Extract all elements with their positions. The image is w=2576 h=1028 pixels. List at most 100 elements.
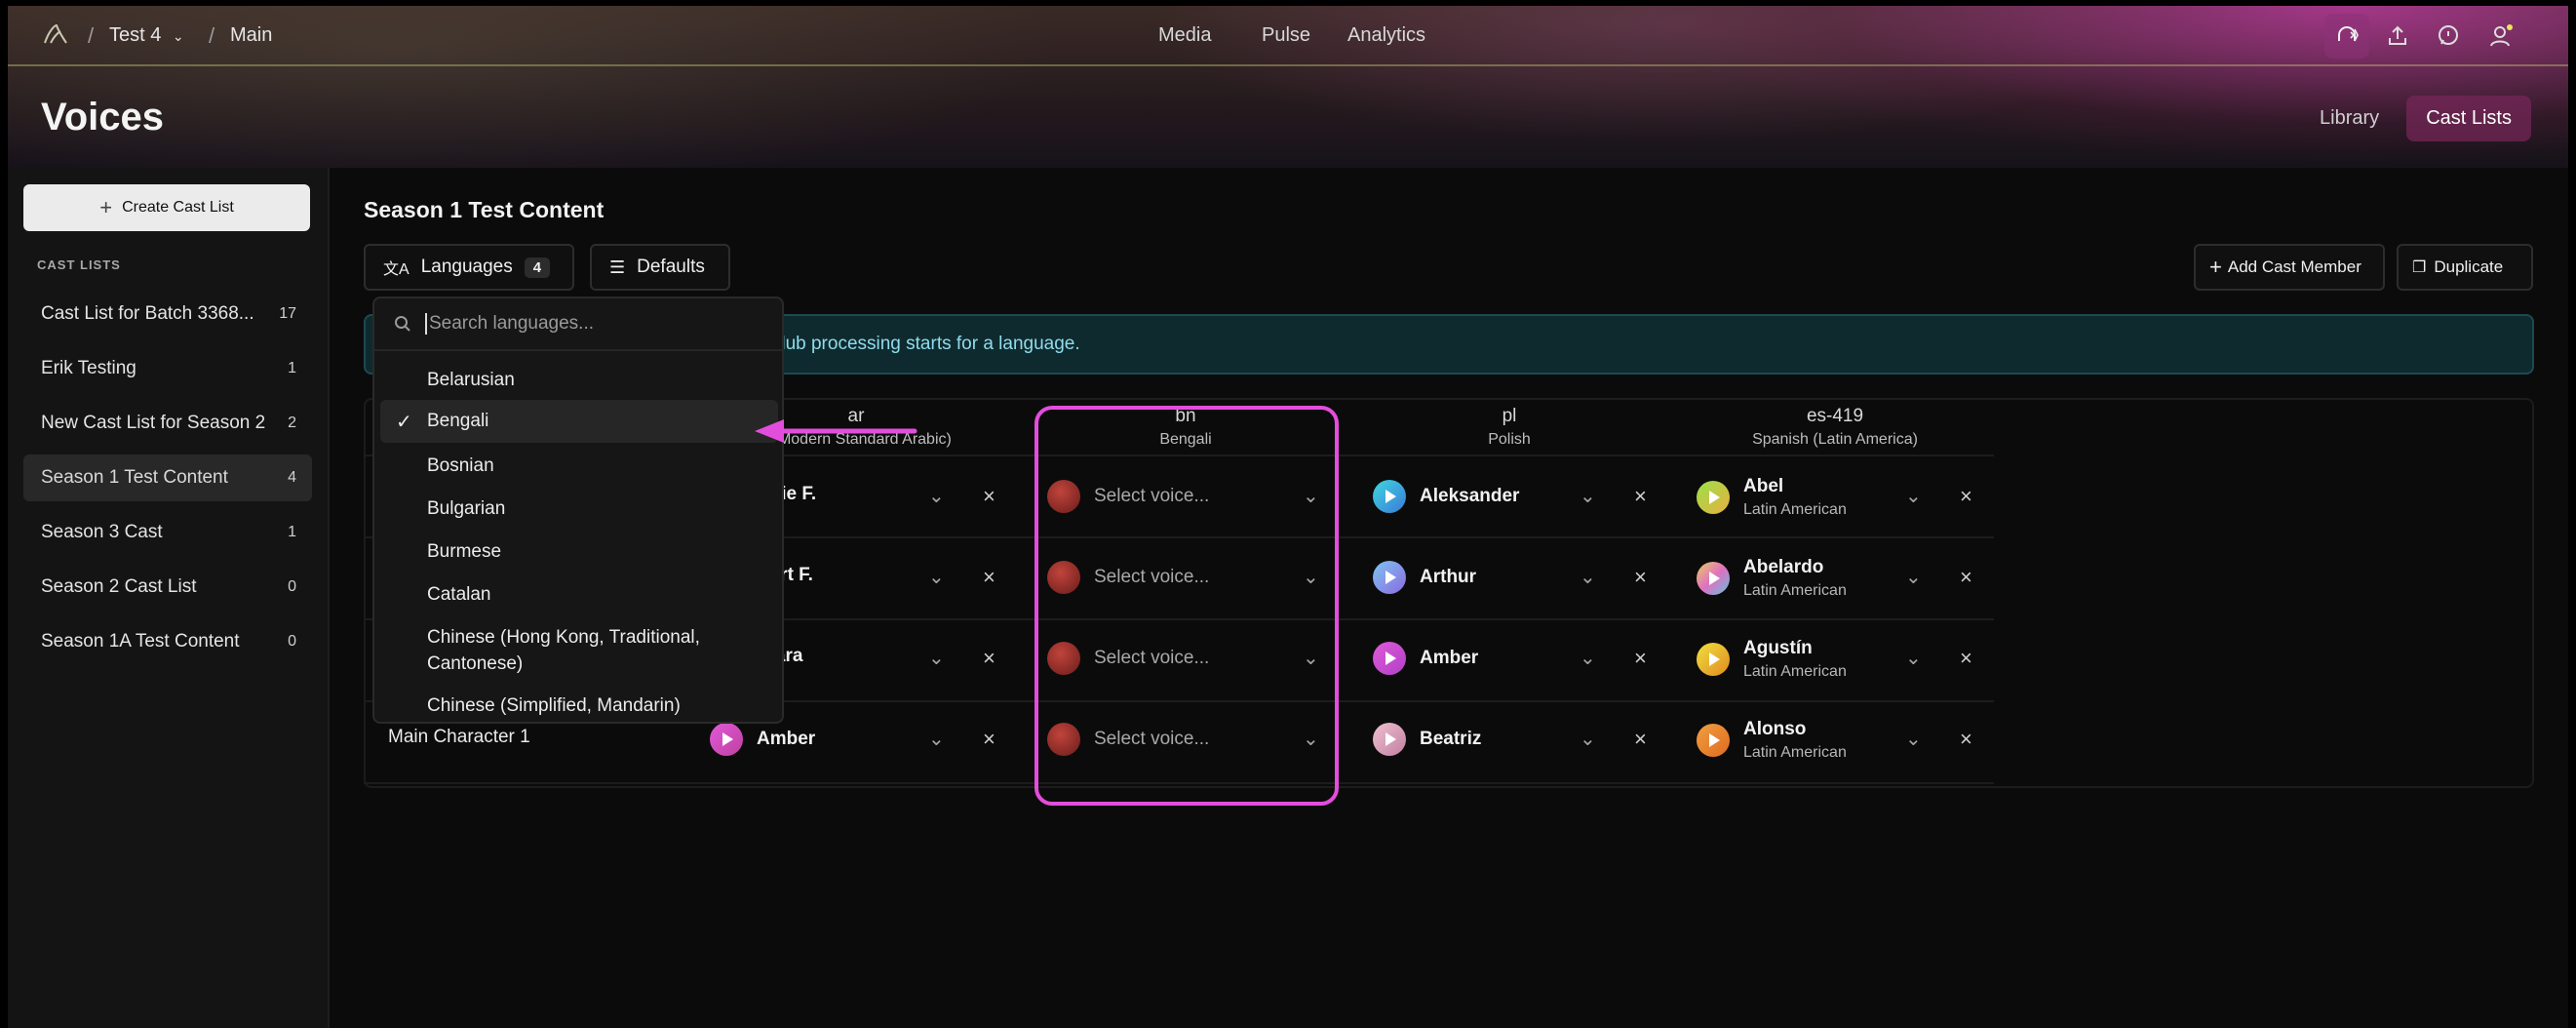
chevron-down-icon[interactable]: ⌄ xyxy=(1580,484,1601,507)
voice-cell-ar[interactable]: Amber xyxy=(710,723,815,756)
sidebar-item-label: New Cast List for Season 2 xyxy=(41,413,266,433)
voice-cell-es[interactable]: Agustín Latin American xyxy=(1697,638,1847,681)
voice-cell-pl[interactable]: Arthur xyxy=(1373,561,1476,594)
play-icon[interactable] xyxy=(1697,481,1730,514)
nav-pulse[interactable]: Pulse xyxy=(1262,24,1310,47)
sidebar-item-label: Erik Testing xyxy=(41,358,137,378)
voice-name: Alonso xyxy=(1743,719,1807,739)
chevron-down-icon[interactable]: ⌄ xyxy=(928,565,950,588)
chevron-down-icon[interactable]: ⌄ xyxy=(928,484,950,507)
voice-name: Abelardo xyxy=(1743,557,1824,577)
chevron-down-icon[interactable]: ⌄ xyxy=(1905,727,1927,750)
language-option-bengali[interactable]: ✓ Bengali xyxy=(380,400,778,443)
close-icon[interactable]: × xyxy=(983,565,995,590)
duplicate-button[interactable]: ❐ Duplicate xyxy=(2397,244,2533,291)
chevron-down-icon[interactable]: ⌄ xyxy=(1905,565,1927,588)
breadcrumb-separator: / xyxy=(209,23,215,48)
voice-name: Agustín xyxy=(1743,638,1813,658)
annotation-arrow-icon xyxy=(755,419,917,443)
nav-analytics[interactable]: Analytics xyxy=(1347,24,1425,47)
sliders-icon: ☰ xyxy=(609,257,626,277)
sidebar-item-count: 17 xyxy=(279,305,296,322)
voice-info: Abelardo Latin American xyxy=(1743,557,1847,600)
voice-cell-pl[interactable]: Beatriz xyxy=(1373,723,1481,756)
sidebar-item-count: 1 xyxy=(288,524,296,540)
sidebar-item-season-1-test[interactable]: Season 1 Test Content 4 xyxy=(23,455,312,501)
chevron-down-icon[interactable]: ⌄ xyxy=(928,727,950,750)
close-icon[interactable]: × xyxy=(1634,565,1647,590)
language-search[interactable]: Search languages... xyxy=(374,298,782,351)
language-option-catalan[interactable]: Catalan xyxy=(380,581,778,608)
close-icon[interactable]: × xyxy=(1960,646,1972,671)
voice-cell-es[interactable]: Alonso Latin American xyxy=(1697,719,1847,762)
plus-icon: + xyxy=(99,195,113,219)
play-icon[interactable] xyxy=(1373,561,1406,594)
chevron-down-icon[interactable]: ⌄ xyxy=(928,646,950,669)
tab-library[interactable]: Library xyxy=(2300,96,2399,141)
create-cast-list-button[interactable]: + Create Cast List xyxy=(23,184,310,231)
close-icon[interactable]: × xyxy=(983,646,995,671)
sidebar-item-count: 0 xyxy=(288,578,296,595)
info-banner-text: dub processing starts for a language. xyxy=(775,334,1080,354)
play-icon[interactable] xyxy=(1373,480,1406,513)
close-icon[interactable]: × xyxy=(1960,484,1972,509)
close-icon[interactable]: × xyxy=(1634,484,1647,509)
language-option-label: Bengali xyxy=(427,411,489,431)
sidebar-item-season-3-cast[interactable]: Season 3 Cast 1 xyxy=(23,509,312,556)
close-icon[interactable]: × xyxy=(1634,646,1647,671)
close-icon[interactable]: × xyxy=(1960,565,1972,590)
close-icon[interactable]: × xyxy=(1960,727,1972,752)
chevron-down-icon[interactable]: ⌄ xyxy=(1580,646,1601,669)
user-icon[interactable] xyxy=(2478,14,2523,59)
play-icon[interactable] xyxy=(710,723,743,756)
sidebar-item-erik-testing[interactable]: Erik Testing 1 xyxy=(23,345,312,392)
upload-icon[interactable] xyxy=(2375,14,2420,59)
branch-label[interactable]: Main xyxy=(230,24,272,47)
column-highlight-annotation xyxy=(1034,406,1339,806)
close-icon[interactable]: × xyxy=(983,484,995,509)
chevron-down-icon[interactable]: ⌄ xyxy=(1905,484,1927,507)
sidebar-item-season-1a[interactable]: Season 1A Test Content 0 xyxy=(23,618,312,665)
voice-cell-pl[interactable]: Aleksander xyxy=(1373,480,1519,513)
play-icon[interactable] xyxy=(1373,723,1406,756)
play-icon[interactable] xyxy=(1697,562,1730,595)
language-option-chinese-simplified[interactable]: Chinese (Simplified, Mandarin) xyxy=(380,692,778,719)
play-icon[interactable] xyxy=(1697,724,1730,757)
add-cast-member-label: Add Cast Member xyxy=(2227,257,2361,276)
sidebar-item-new-cast-list[interactable]: New Cast List for Season 2 2 xyxy=(23,400,312,447)
project-selector[interactable]: Test 4 ⌄ xyxy=(109,24,184,47)
languages-button[interactable]: 文A Languages 4 xyxy=(364,244,574,291)
sidebar-item-count: 0 xyxy=(288,633,296,650)
play-icon[interactable] xyxy=(1697,643,1730,676)
chevron-down-icon[interactable]: ⌄ xyxy=(1580,727,1601,750)
voice-name: Arthur xyxy=(1420,567,1477,587)
language-option-chinese-hk[interactable]: Chinese (Hong Kong, Traditional, Cantone… xyxy=(380,624,702,677)
add-cast-member-button[interactable]: + Add Cast Member xyxy=(2194,244,2385,291)
create-cast-list-label: Create Cast List xyxy=(122,199,234,216)
voice-cell-es[interactable]: Abel Latin American xyxy=(1697,476,1847,519)
voice-cell-pl[interactable]: Amber xyxy=(1373,642,1478,675)
language-option-bosnian[interactable]: Bosnian xyxy=(380,453,778,479)
tab-cast-lists[interactable]: Cast Lists xyxy=(2406,96,2531,141)
defaults-button[interactable]: ☰ Defaults xyxy=(590,244,730,291)
voice-info: Alonso Latin American xyxy=(1743,719,1847,762)
chevron-down-icon[interactable]: ⌄ xyxy=(1580,565,1601,588)
sidebar-item-label: Season 1 Test Content xyxy=(41,467,228,488)
language-option-burmese[interactable]: Burmese xyxy=(380,538,778,565)
chevron-down-icon[interactable]: ⌄ xyxy=(1905,646,1927,669)
sidebar-item-season-2-cast-list[interactable]: Season 2 Cast List 0 xyxy=(23,564,312,611)
search-input[interactable]: Search languages... xyxy=(425,313,594,335)
nav-media[interactable]: Media xyxy=(1158,24,1211,47)
sidebar-item-batch-3368[interactable]: Cast List for Batch 3368... 17 xyxy=(23,291,312,337)
voice-cell-es[interactable]: Abelardo Latin American xyxy=(1697,557,1847,600)
close-icon[interactable]: × xyxy=(983,727,995,752)
play-icon[interactable] xyxy=(1373,642,1406,675)
voice-headphones-icon[interactable] xyxy=(2324,14,2369,59)
chat-icon[interactable] xyxy=(2426,14,2471,59)
close-icon[interactable]: × xyxy=(1634,727,1647,752)
plus-icon: + xyxy=(2209,255,2222,279)
language-option-belarusian[interactable]: Belarusian xyxy=(380,367,778,393)
language-option-bulgarian[interactable]: Bulgarian xyxy=(380,495,778,522)
logo-icon[interactable] xyxy=(41,21,70,51)
app-window: / Test 4 ⌄ / Main Media Pulse Analytics … xyxy=(8,6,2568,1028)
